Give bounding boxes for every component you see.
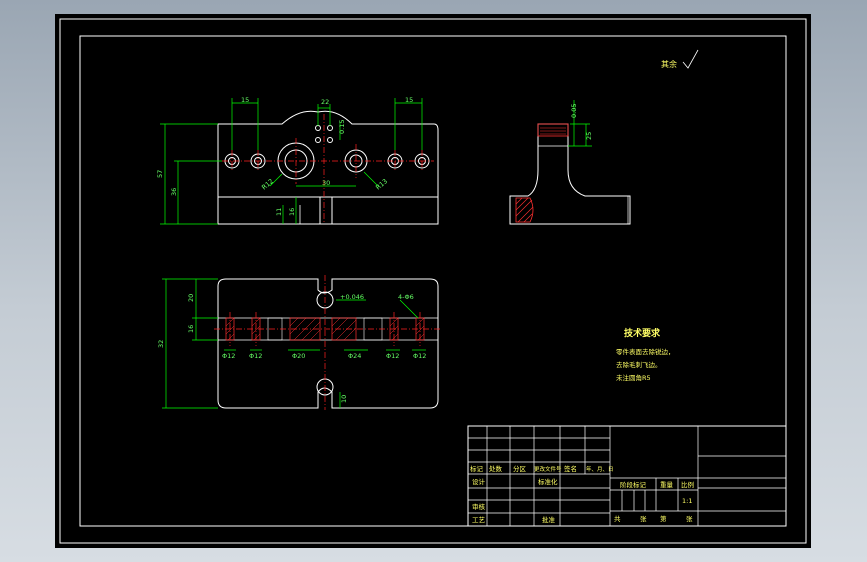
surface-finish-text: 其余 bbox=[661, 59, 677, 69]
dim-front-top-left: 15 bbox=[241, 96, 249, 104]
dim-plan-d12a: Φ12 bbox=[222, 352, 235, 360]
dim-plan-m: 4-Φ6 bbox=[398, 293, 414, 301]
tb-sheets-total: 共 bbox=[614, 514, 621, 523]
tb-checker: 审核 bbox=[472, 502, 486, 511]
dim-front-h1: 11 bbox=[275, 208, 283, 216]
tech-req-line-1: 零件表面去除锐边， bbox=[616, 347, 675, 356]
tb-sheet-no: 第 bbox=[660, 514, 667, 523]
tb-label-change-doc: 更改文件号 bbox=[534, 465, 562, 473]
tb-label-date: 年、月、日 bbox=[586, 465, 614, 473]
cad-viewport[interactable]: 其余 15 15 22 57 36 R12 R13 11 16 30 0.15 … bbox=[0, 0, 867, 562]
dim-side-top: 0.05 bbox=[570, 104, 578, 118]
dim-side-h: 25 bbox=[585, 132, 593, 140]
dim-front-height: 57 bbox=[156, 170, 164, 178]
tb-standardization: 标准化 bbox=[538, 477, 558, 486]
tb-label-mark: 标记 bbox=[470, 464, 484, 473]
dim-plan-d12d: Φ12 bbox=[413, 352, 426, 360]
drawing-sheet bbox=[55, 14, 811, 548]
dim-front-span: 30 bbox=[322, 179, 330, 187]
dim-plan-bottom: 10 bbox=[340, 395, 348, 403]
tb-sheets-total-unit: 张 bbox=[640, 514, 647, 523]
tb-process: 工艺 bbox=[472, 516, 486, 524]
tb-weight: 重量 bbox=[660, 481, 674, 489]
dim-front-h2: 16 bbox=[288, 208, 296, 216]
dim-plan-d24: Φ24 bbox=[348, 352, 361, 360]
dim-front-top-right: 15 bbox=[405, 96, 413, 104]
dim-plan-d12b: Φ12 bbox=[249, 352, 262, 360]
dim-front-top-mid: 22 bbox=[321, 98, 329, 106]
dim-plan-height: 32 bbox=[157, 340, 165, 348]
dim-plan-d20: Φ20 bbox=[292, 352, 305, 360]
dim-plan-d12c: Φ12 bbox=[386, 352, 399, 360]
dim-plan-tol: +0.046 bbox=[340, 293, 364, 301]
tech-req-line-3: 未注圆角R5 bbox=[616, 373, 651, 382]
tb-label-sign: 签名 bbox=[564, 464, 577, 473]
tb-sheet-no-unit: 张 bbox=[686, 514, 693, 523]
tech-req-title: 技术要求 bbox=[624, 327, 661, 339]
tb-designer: 设计 bbox=[472, 477, 486, 486]
tb-scale: 比例 bbox=[681, 480, 694, 489]
tb-scale-value: 1:1 bbox=[682, 497, 692, 505]
tb-label-count: 处数 bbox=[489, 464, 503, 473]
dim-plan-h1: 20 bbox=[187, 294, 195, 302]
dim-plan-h2: 16 bbox=[187, 325, 195, 333]
dim-front-tol: 0.15 bbox=[338, 120, 346, 134]
tb-approve: 批准 bbox=[542, 515, 556, 524]
tb-stage-mark: 阶段标记 bbox=[620, 480, 647, 489]
tech-req-line-2: 去除毛刺飞边。 bbox=[616, 360, 662, 369]
dim-front-height-inner: 36 bbox=[170, 188, 178, 196]
tb-label-zone: 分区 bbox=[513, 464, 527, 473]
